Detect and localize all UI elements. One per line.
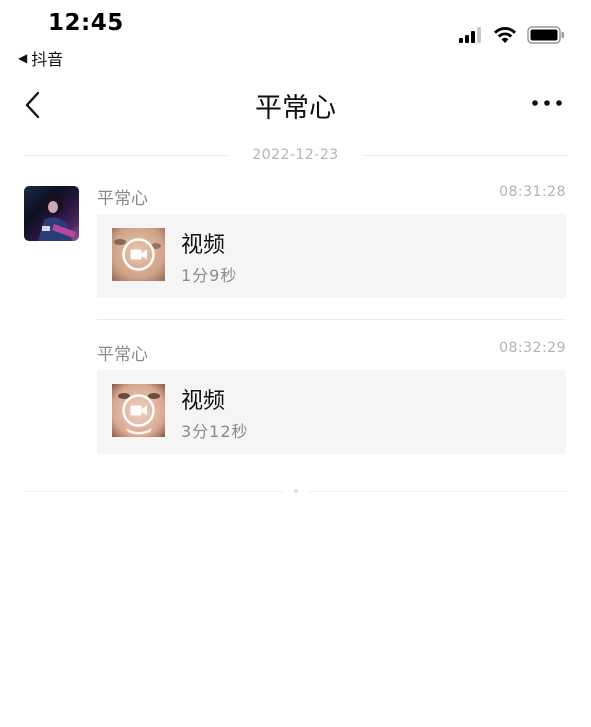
message-type-label: 视频 [181,389,226,414]
avatar-image [38,193,76,241]
more-horizontal-icon[interactable] [531,96,563,110]
message-time: 08:31:28 [499,184,566,200]
divider-line [362,154,567,156]
video-message-card[interactable]: 视频 3分12秒 [97,370,566,454]
video-thumbnail [112,384,165,437]
video-duration: 1分9秒 [181,266,238,285]
divider-line [24,490,284,492]
status-icons [459,26,565,44]
back-to-app-link[interactable]: ◀ 抖音 [18,46,63,70]
status-time: 12:45 [48,10,124,36]
back-triangle-icon: ◀ [18,51,28,65]
back-app-label: 抖音 [31,50,64,69]
battery-icon [527,26,564,44]
message-type-label: 视频 [181,233,226,258]
avatar[interactable] [24,186,79,241]
message-time: 08:32:29 [499,340,566,356]
sender-name: 平常心 [97,189,148,209]
sender-name: 平常心 [97,345,148,365]
conversation-date: 2022-12-23 [252,147,339,163]
wifi-icon [494,27,516,43]
divider-line [307,490,567,492]
video-message-card[interactable]: 视频 1分9秒 [97,214,566,298]
signal-icon [459,27,481,43]
video-duration: 3分12秒 [181,422,249,441]
page-title: 平常心 [255,93,336,124]
divider-dot [293,489,298,493]
message-separator [97,319,566,320]
divider-line [24,154,229,156]
end-of-list-divider [24,485,567,497]
video-thumbnail [112,228,165,281]
date-divider: 2022-12-23 [24,145,567,165]
